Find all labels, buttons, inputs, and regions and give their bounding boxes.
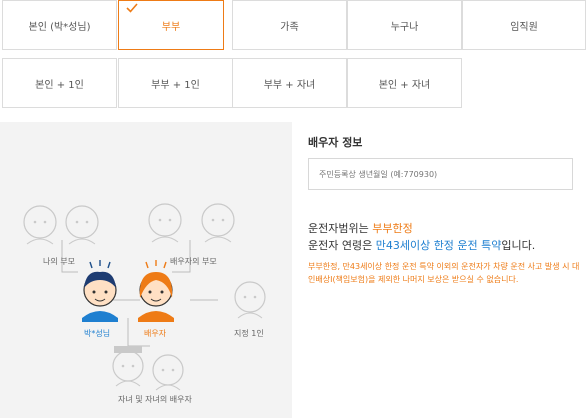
- driver-range-diagram: 나의 부모 배우자의 부모 박*성님 배우자 지정 1인 자녀 및 자녀의 배우…: [0, 122, 292, 418]
- label-me: 박*성님: [84, 329, 111, 338]
- label-children: 자녀 및 자녀의 배우자: [118, 395, 192, 404]
- coverage-notice: 부부한정, 만43세이상 한정 운전 특약 이외의 운전자가 차량 운전 사고 …: [308, 262, 580, 284]
- option-family[interactable]: 가족: [232, 0, 347, 50]
- label-spouse: 배우자: [144, 329, 167, 338]
- option-anyone[interactable]: 누구나: [347, 0, 462, 50]
- label-my-parents: 나의 부모: [43, 257, 75, 266]
- option-self-plus-children[interactable]: 본인 + 자녀: [347, 58, 462, 108]
- option-couple-plus-one[interactable]: 부부 + 1인: [118, 58, 233, 108]
- section-title: 배우자 정보: [308, 136, 363, 149]
- driver-range-text: 운전자범위는 부부한정: [308, 222, 413, 235]
- family-tree-illustration: [23, 203, 266, 391]
- option-couple[interactable]: 부부: [118, 0, 224, 50]
- driver-age-value: 만43세이상 한정 운전 특약: [375, 239, 502, 252]
- option-self-plus-one[interactable]: 본인 + 1인: [2, 58, 117, 108]
- driver-age-text: 운전자 연령은 만43세이상 한정 운전 특약입니다.: [308, 239, 536, 252]
- driver-range-value: 부부한정: [372, 222, 413, 235]
- check-icon: [126, 3, 138, 13]
- spouse-birthdate-input[interactable]: [308, 158, 573, 190]
- option-self[interactable]: 본인 (박*성님): [2, 0, 117, 50]
- label-spouse-parents: 배우자의 부모: [170, 257, 217, 266]
- label-designated-one: 지정 1인: [234, 329, 264, 338]
- option-couple-plus-children[interactable]: 부부 + 자녀: [232, 58, 347, 108]
- option-employee[interactable]: 임직원: [462, 0, 586, 50]
